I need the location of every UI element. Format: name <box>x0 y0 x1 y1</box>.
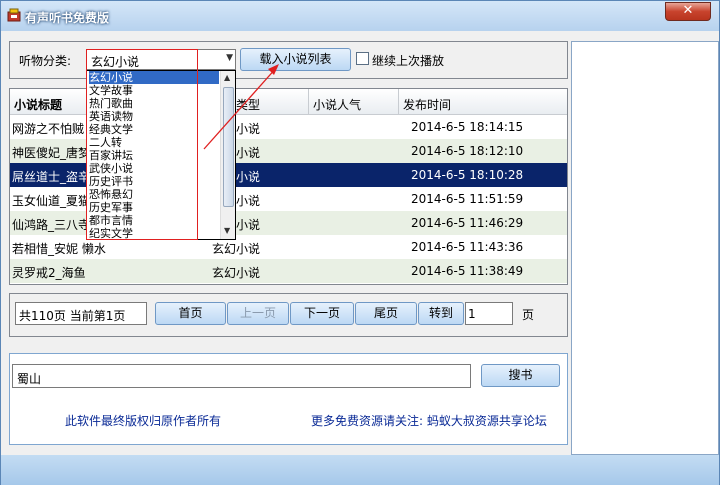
col-time[interactable]: 发布时间 <box>403 96 451 113</box>
scrollbar-thumb[interactable] <box>223 87 234 207</box>
page-unit-label: 页 <box>522 308 535 322</box>
last-page-button[interactable]: 尾页 <box>355 302 417 325</box>
promo-link[interactable]: 更多免费资源请关注: 蚂蚁大叔资源共享论坛 <box>311 412 547 429</box>
dropdown-scrollbar[interactable]: ▲ ▼ <box>220 71 235 239</box>
first-page-button[interactable]: 首页 <box>155 302 226 325</box>
app-window: 有声听书免费版 ✕ 听物分类: 玄幻小说 ▼ 载入小说列表 继续上次播放 小说标… <box>0 0 720 485</box>
col-title[interactable]: 小说标题 <box>14 96 62 113</box>
window-title: 有声听书免费版 <box>25 11 110 25</box>
page-number-input[interactable]: 1 <box>465 302 513 325</box>
chevron-down-icon[interactable]: ▼ <box>226 53 233 63</box>
close-button[interactable]: ✕ <box>665 2 711 21</box>
side-panel <box>571 41 719 455</box>
load-list-button[interactable]: 载入小说列表 <box>240 48 351 71</box>
prev-page-button[interactable]: 上一页 <box>227 302 289 325</box>
search-input[interactable]: 蜀山 <box>12 364 471 388</box>
col-popularity[interactable]: 小说人气 <box>313 96 361 113</box>
next-page-button[interactable]: 下一页 <box>290 302 354 325</box>
page-info: 共110页 当前第1页 <box>15 302 147 325</box>
resume-checkbox-label[interactable]: 继续上次播放 <box>372 52 444 69</box>
resume-checkbox[interactable] <box>356 52 369 65</box>
annotation-highlight-box <box>86 49 198 240</box>
category-label: 听物分类: <box>19 54 72 68</box>
goto-page-button[interactable]: 转到 <box>418 302 464 325</box>
scroll-up-icon[interactable]: ▲ <box>224 73 230 82</box>
table-row[interactable]: 灵罗戒2_海鱼 玄幻小说 2014-6-5 11:38:49 <box>10 259 567 283</box>
app-icon <box>7 8 21 22</box>
scroll-down-icon[interactable]: ▼ <box>224 226 230 235</box>
search-button[interactable]: 搜书 <box>481 364 560 387</box>
title-bar: 有声听书免费版 ✕ <box>1 1 719 31</box>
status-bar <box>1 455 719 485</box>
col-type[interactable]: 类型 <box>236 96 260 113</box>
copyright-text: 此软件最终版权归原作者所有 <box>65 414 222 428</box>
